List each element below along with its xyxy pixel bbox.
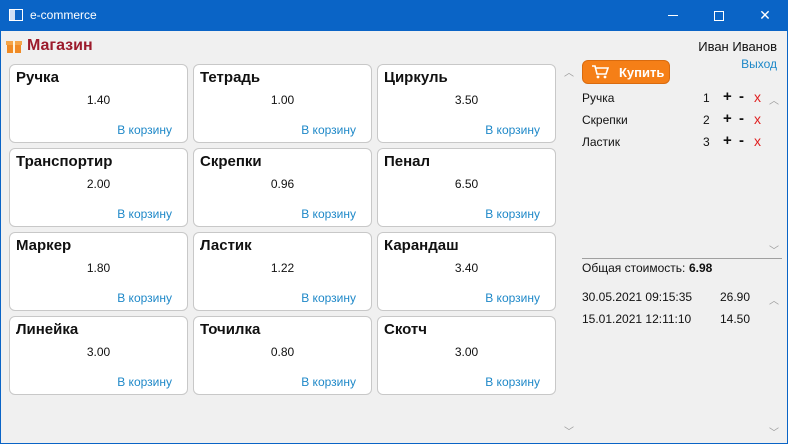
- increase-qty-button[interactable]: +: [723, 132, 732, 149]
- add-to-cart-link[interactable]: В корзину: [485, 123, 540, 137]
- logout-link[interactable]: Выход: [741, 57, 777, 71]
- decrease-qty-button[interactable]: -: [739, 88, 744, 105]
- buy-label: Купить: [619, 64, 665, 80]
- add-to-cart-link[interactable]: В корзину: [117, 291, 172, 305]
- product-card: Скрепки 0.96 В корзину: [193, 148, 372, 227]
- product-card: Точилка 0.80 В корзину: [193, 316, 372, 395]
- product-name: Линейка: [16, 321, 79, 338]
- remove-item-button[interactable]: x: [754, 111, 761, 127]
- cart-item-qty: 2: [703, 113, 710, 127]
- increase-qty-button[interactable]: +: [723, 88, 732, 105]
- cart-item-name: Ручка: [582, 91, 615, 105]
- add-to-cart-link[interactable]: В корзину: [301, 375, 356, 389]
- gift-icon: [6, 39, 22, 53]
- cart-scroll-down-icon[interactable]: ﹀: [769, 242, 779, 257]
- user-name: Иван Иванов: [698, 39, 777, 54]
- product-price: 6.50: [454, 177, 479, 191]
- product-name: Циркуль: [384, 69, 448, 86]
- order-sum: 14.50: [720, 312, 751, 326]
- buy-button[interactable]: Купить: [582, 60, 670, 84]
- maximize-icon: [714, 10, 724, 21]
- product-card: Скотч 3.00 В корзину: [377, 316, 556, 395]
- order-date: 15.01.2021 12:11:10: [582, 312, 692, 326]
- product-price: 3.50: [454, 93, 479, 107]
- product-name: Маркер: [16, 237, 72, 254]
- add-to-cart-link[interactable]: В корзину: [117, 207, 172, 221]
- product-name: Ручка: [16, 69, 59, 86]
- product-name: Пенал: [384, 153, 431, 170]
- product-card: Ручка 1.40 В корзину: [9, 64, 188, 143]
- decrease-qty-button[interactable]: -: [739, 110, 744, 127]
- product-card: Транспортир 2.00 В корзину: [9, 148, 188, 227]
- product-name: Ластик: [200, 237, 252, 254]
- product-price: 0.80: [270, 345, 295, 359]
- history-scroll-down-icon[interactable]: ﹀: [769, 424, 779, 439]
- cart-item-qty: 3: [703, 135, 710, 149]
- product-price: 1.22: [270, 261, 295, 275]
- title-bar: e-commerce ✕: [0, 0, 788, 31]
- order-date: 30.05.2021 09:15:35: [582, 290, 693, 304]
- cart-item-name: Скрепки: [582, 113, 628, 127]
- close-icon: ✕: [759, 7, 771, 23]
- add-to-cart-link[interactable]: В корзину: [301, 291, 356, 305]
- product-price: 1.40: [86, 93, 111, 107]
- product-card: Маркер 1.80 В корзину: [9, 232, 188, 311]
- cart-scroll-up-icon[interactable]: ︿: [769, 92, 779, 107]
- product-price: 2.00: [86, 177, 111, 191]
- product-name: Тетрадь: [200, 69, 261, 86]
- add-to-cart-link[interactable]: В корзину: [485, 207, 540, 221]
- cart-item: Скрепки 2 + - x: [582, 110, 772, 129]
- minimize-button[interactable]: [650, 0, 696, 31]
- remove-item-button[interactable]: x: [754, 89, 761, 105]
- product-card: Тетрадь 1.00 В корзину: [193, 64, 372, 143]
- remove-item-button[interactable]: x: [754, 133, 761, 149]
- add-to-cart-link[interactable]: В корзину: [301, 207, 356, 221]
- product-scroll-up-icon[interactable]: ︿: [564, 64, 574, 79]
- product-price: 3.40: [454, 261, 479, 275]
- order-sum: 26.90: [720, 290, 751, 304]
- product-card: Ластик 1.22 В корзину: [193, 232, 372, 311]
- shopping-cart-icon: [591, 65, 609, 79]
- product-name: Транспортир: [16, 153, 113, 170]
- add-to-cart-link[interactable]: В корзину: [301, 123, 356, 137]
- add-to-cart-link[interactable]: В корзину: [485, 375, 540, 389]
- minimize-icon: [668, 15, 678, 16]
- product-card: Карандаш 3.40 В корзину: [377, 232, 556, 311]
- cart-item-name: Ластик: [582, 135, 620, 149]
- maximize-button[interactable]: [696, 0, 742, 31]
- decrease-qty-button[interactable]: -: [739, 132, 744, 149]
- product-name: Скрепки: [200, 153, 262, 170]
- window-content: Магазин Ручка 1.40 В корзину Тетрадь 1.00 В к…: [1, 31, 787, 443]
- product-price: 3.00: [86, 345, 111, 359]
- product-price: 1.80: [86, 261, 111, 275]
- history-scroll-up-icon[interactable]: ︿: [769, 292, 779, 307]
- app-icon: [9, 9, 23, 21]
- product-price: 3.00: [454, 345, 479, 359]
- divider: [582, 258, 782, 259]
- product-card: Циркуль 3.50 В корзину: [377, 64, 556, 143]
- cart-item: Ластик 3 + - x: [582, 132, 772, 151]
- product-scroll-down-icon[interactable]: ﹀: [564, 423, 574, 438]
- cart-item-qty: 1: [703, 91, 710, 105]
- product-name: Карандаш: [384, 237, 459, 254]
- cart-item: Ручка 1 + - x: [582, 88, 772, 107]
- product-card: Пенал 6.50 В корзину: [377, 148, 556, 227]
- product-price: 0.96: [270, 177, 295, 191]
- total-value: 6.98: [689, 261, 713, 275]
- add-to-cart-link[interactable]: В корзину: [117, 375, 172, 389]
- total-label: Общая стоимость:: [582, 261, 686, 275]
- close-button[interactable]: ✕: [742, 0, 788, 31]
- window-title: e-commerce: [30, 8, 97, 22]
- brand-title: Магазин: [27, 37, 93, 54]
- increase-qty-button[interactable]: +: [723, 110, 732, 127]
- product-name: Точилка: [200, 321, 261, 338]
- product-price: 1.00: [270, 93, 295, 107]
- add-to-cart-link[interactable]: В корзину: [485, 291, 540, 305]
- product-name: Скотч: [384, 321, 427, 338]
- add-to-cart-link[interactable]: В корзину: [117, 123, 172, 137]
- product-card: Линейка 3.00 В корзину: [9, 316, 188, 395]
- brand: Магазин: [6, 37, 93, 55]
